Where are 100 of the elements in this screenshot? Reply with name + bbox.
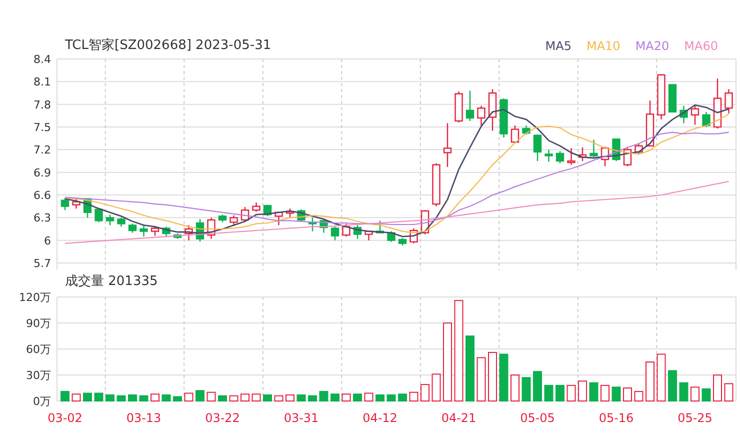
falling-candlestick (94, 208, 103, 222)
volume-bar (83, 392, 92, 402)
falling-candlestick (140, 225, 148, 237)
falling-candlestick (128, 224, 137, 233)
axis-label: 04-12 (362, 411, 398, 425)
volume-title: 成交量 201335 (65, 273, 158, 290)
volume-bar (409, 392, 418, 402)
volume-bar (319, 390, 328, 402)
falling-candlestick (320, 220, 328, 233)
axis-label: 03-13 (126, 411, 162, 425)
rising-candlestick (488, 89, 497, 131)
falling-candlestick (500, 98, 508, 138)
volume-bar (60, 390, 70, 402)
rising-candlestick (72, 198, 80, 209)
volume-bar (488, 352, 497, 402)
legend-label: MA10 (586, 38, 620, 54)
volume-bar (94, 392, 104, 402)
rising-candlestick (207, 218, 216, 239)
axis-label: 7.2 (34, 144, 51, 157)
rising-candlestick (240, 207, 250, 222)
falling-candlestick (353, 225, 362, 239)
volume-bar (510, 374, 520, 402)
rising-candlestick (510, 126, 520, 143)
legend-label: MA20 (635, 38, 670, 54)
volume-bar (274, 395, 284, 402)
axis-label: 05-25 (678, 411, 712, 425)
falling-candlestick (218, 214, 227, 222)
volume-bar (589, 382, 598, 402)
rising-candlestick (342, 224, 350, 237)
falling-candlestick (173, 234, 182, 239)
axis-label: 6.6 (34, 189, 51, 202)
volume-bar (72, 394, 81, 402)
axis-label: 0万 (33, 395, 51, 408)
axis-label: 8.4 (34, 53, 51, 66)
volume-bar (308, 395, 317, 402)
volume-bar (432, 374, 441, 402)
volume-bar (296, 394, 306, 402)
volume-bar (533, 371, 542, 402)
falling-candlestick (466, 90, 474, 121)
volume-bar (679, 382, 688, 402)
rising-candlestick (567, 148, 576, 165)
volume-bar (386, 394, 396, 402)
rising-candlestick (150, 226, 160, 236)
rising-candlestick (477, 106, 486, 127)
volume-bar (476, 357, 486, 402)
volume-bar (106, 394, 114, 402)
volume-bar (522, 377, 531, 402)
volume-bar (330, 394, 340, 402)
falling-candlestick (162, 226, 170, 237)
axis-label: 05-05 (520, 411, 555, 425)
volume-bar (499, 354, 508, 402)
falling-candlestick (60, 198, 70, 210)
volume-bar (420, 384, 430, 402)
volume-bar (150, 394, 160, 402)
falling-candlestick (263, 204, 272, 216)
rising-candlestick (657, 74, 666, 120)
falling-candlestick (83, 198, 92, 218)
volume-bar (544, 384, 554, 402)
volume-bar (173, 396, 182, 402)
volume-bar (702, 388, 711, 402)
axis-label: 6.9 (34, 166, 51, 180)
volume-bar (218, 395, 227, 402)
volume-bar (566, 384, 576, 402)
axis-label: 60万 (26, 343, 51, 356)
axis-label: 30万 (26, 369, 51, 382)
volume-bar (724, 383, 734, 402)
falling-candlestick (556, 151, 564, 164)
volume-bar (690, 386, 700, 402)
falling-candlestick (117, 218, 126, 227)
axis-label: 04-21 (441, 411, 476, 425)
rising-candlestick (364, 230, 373, 240)
rising-candlestick (578, 147, 587, 161)
falling-candlestick (680, 106, 688, 124)
legend-label: MA60 (684, 38, 718, 54)
axis-label: 03-22 (205, 411, 240, 425)
axis-label: 5.7 (34, 257, 51, 270)
volume-bar (128, 394, 137, 402)
falling-candlestick (106, 214, 114, 226)
rising-candlestick (443, 123, 452, 168)
axis-label: 03-02 (48, 411, 82, 425)
volume-bar (240, 394, 250, 402)
axis-label: 120万 (19, 292, 51, 304)
volume-bar (376, 394, 384, 402)
volume-bar (600, 384, 610, 402)
rising-candlestick (252, 202, 260, 212)
falling-candlestick (398, 238, 407, 246)
legend-label: MA5 (545, 38, 572, 54)
axis-label: 7.5 (34, 121, 51, 134)
rising-candlestick (600, 146, 610, 166)
volume-bar (342, 394, 351, 402)
volume-bar (466, 336, 474, 402)
volume-bar (162, 394, 171, 402)
falling-candlestick (522, 126, 530, 135)
axis-label: 90万 (26, 317, 51, 330)
falling-candlestick (533, 134, 542, 161)
axis-label: 6 (44, 234, 51, 248)
volume-bar (612, 386, 621, 402)
volume-bar (206, 392, 216, 402)
rising-candlestick (724, 89, 733, 114)
axis-label: 03-31 (284, 411, 319, 425)
